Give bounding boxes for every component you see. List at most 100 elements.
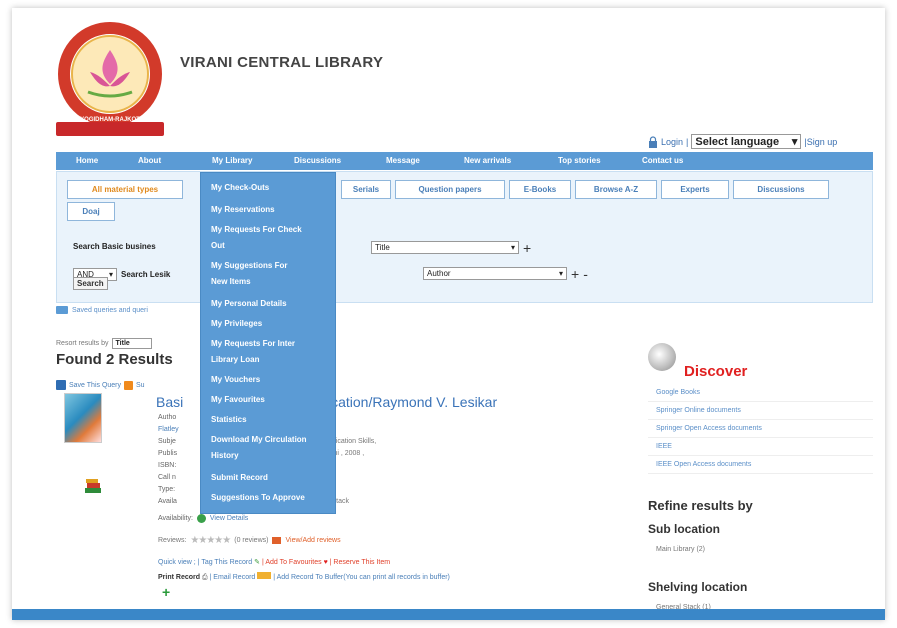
nav-my-library[interactable]: My Library <box>212 156 252 165</box>
tab-browse-a-z[interactable]: Browse A-Z <box>575 180 657 199</box>
resort-select[interactable]: Title <box>111 338 152 349</box>
reviews-label: Reviews: <box>158 537 187 544</box>
saved-queries-label: Saved queries and queri <box>72 306 148 314</box>
discover-item-google-books[interactable]: Google Books <box>648 384 873 402</box>
quick-view-tag-link[interactable]: Quick view ; | Tag This Record <box>158 559 252 566</box>
discover-heading: Discover <box>684 363 748 380</box>
email-record-link[interactable]: | Email Record <box>210 574 256 581</box>
menu-item-my-favourites[interactable]: My Favourites <box>211 391 265 409</box>
add-record-plus-button[interactable]: + <box>162 584 170 600</box>
availability-label: Availability: <box>158 515 193 522</box>
folder-icon <box>56 306 68 314</box>
tab-doaj[interactable]: Doaj <box>67 202 115 221</box>
nav-message[interactable]: Message <box>386 156 420 165</box>
printer-icon: ⎙ <box>201 574 208 581</box>
add-row-button[interactable]: + <box>523 241 531 255</box>
record-field: ISBN: <box>158 462 177 469</box>
record-field: Call n <box>158 474 176 481</box>
menu-item-my-requests-inter-library-line2[interactable]: Library Loan <box>211 351 259 369</box>
search-panel: All material types Serials Question pape… <box>56 171 873 303</box>
discover-item-springer-open-access[interactable]: Springer Open Access documents <box>648 420 873 438</box>
language-select[interactable]: Select language ▾ <box>691 134 802 149</box>
record-field: Autho <box>158 414 177 421</box>
menu-item-my-vouchers[interactable]: My Vouchers <box>211 371 260 389</box>
logo-bottom-text: YOGIDHAM-RAJKOT <box>80 117 140 123</box>
reviews-count: (0 reviews) <box>234 537 269 544</box>
print-record-link[interactable]: Print Record <box>158 574 200 581</box>
chevron-down-icon: ▾ <box>108 270 113 279</box>
search-row-1: Search Basic busines <box>73 242 156 251</box>
view-add-reviews-link[interactable]: View/Add reviews <box>285 537 340 544</box>
search-field-select-1[interactable]: Title ▾ <box>371 241 519 254</box>
tab-all-material-types[interactable]: All material types <box>67 180 183 199</box>
site-title: VIRANI CENTRAL LIBRARY <box>180 54 384 71</box>
login-link[interactable]: Login <box>661 137 683 147</box>
nav-about[interactable]: About <box>138 156 161 165</box>
search-row-1-label: Search Basic busines <box>73 242 156 251</box>
search-field-select-2[interactable]: Author ▾ <box>423 267 567 280</box>
search-row-1-controls: Title ▾ + <box>371 241 531 255</box>
my-library-dropdown: My Check-Outs My Reservations My Request… <box>200 172 336 514</box>
resort-label: Resort results by <box>56 340 109 347</box>
menu-item-download-circulation-line2[interactable]: History <box>211 447 239 465</box>
menu-item-my-check-outs[interactable]: My Check-Outs <box>211 179 269 197</box>
menu-item-submit-record[interactable]: Submit Record <box>211 469 268 487</box>
add-row-button-2[interactable]: + <box>571 267 579 281</box>
remove-row-button[interactable]: - <box>583 267 588 281</box>
discover-item-ieee[interactable]: IEEE <box>648 438 873 456</box>
save-query-link[interactable]: Save This Query <box>69 382 121 389</box>
discover-item-springer-online[interactable]: Springer Online documents <box>648 402 873 420</box>
record-field[interactable]: Flatley <box>158 426 179 433</box>
add-favourites-link[interactable]: | Add To Favourites <box>262 559 322 566</box>
chevron-down-icon: ▾ <box>791 136 798 148</box>
view-details-link[interactable]: View Details <box>210 515 248 522</box>
rss-icon[interactable] <box>124 380 134 390</box>
save-icon <box>56 380 66 390</box>
heart-icon: ♥ <box>323 559 328 566</box>
refine-heading: Refine results by <box>648 498 753 513</box>
nav-discussions[interactable]: Discussions <box>294 156 341 165</box>
nav-top-stories[interactable]: Top stories <box>558 156 601 165</box>
record-actions-row-2: Print Record ⎙ | Email Record | Add Reco… <box>158 572 450 582</box>
language-select-value: Select language <box>695 135 780 148</box>
subscribe-link[interactable]: Su <box>136 382 145 389</box>
menu-item-my-suggestions-line2[interactable]: New Items <box>211 273 251 291</box>
search-button[interactable]: Search <box>73 277 108 290</box>
tab-discussions[interactable]: Discussions <box>733 180 829 199</box>
globe-icon <box>648 343 676 371</box>
email-icon <box>257 572 272 579</box>
tab-question-papers[interactable]: Question papers <box>395 180 505 199</box>
saved-queries-link[interactable]: Saved queries and queri <box>56 306 148 314</box>
rating-stars[interactable]: ★★★★★ <box>190 535 231 546</box>
record-field: Publis <box>158 450 178 457</box>
menu-item-my-privileges[interactable]: My Privileges <box>211 315 262 333</box>
nav-home[interactable]: Home <box>76 156 98 165</box>
lock-icon <box>649 135 657 148</box>
signup-link[interactable]: |Sign up <box>804 137 837 147</box>
tab-serials[interactable]: Serials <box>341 180 391 199</box>
record-field: Availa <box>158 498 177 505</box>
search-field-1-value: Title <box>375 243 390 252</box>
tab-e-books[interactable]: E-Books <box>509 180 571 199</box>
tab-experts[interactable]: Experts <box>661 180 729 199</box>
menu-item-my-personal-details[interactable]: My Personal Details <box>211 295 287 313</box>
discover-item-ieee-open-access[interactable]: IEEE Open Access documents <box>648 456 873 474</box>
nav-contact-us[interactable]: Contact us <box>642 156 683 165</box>
menu-item-statistics[interactable]: Statistics <box>211 411 247 429</box>
book-cover-image[interactable] <box>64 393 102 443</box>
sub-location-item[interactable]: Main Library (2) <box>656 546 705 553</box>
nav-new-arrivals[interactable]: New arrivals <box>464 156 511 165</box>
add-to-buffer-link[interactable]: | Add Record To Buffer(You can print all… <box>273 574 450 581</box>
record-field: Type: <box>158 486 176 493</box>
record-title-part-2[interactable]: ication/Raymond V. Lesikar <box>328 394 497 410</box>
menu-item-my-requests-check-out-line2[interactable]: Out <box>211 237 225 255</box>
record-actions-row-1: Quick view ; | Tag This Record ✎ | Add T… <box>158 558 390 566</box>
library-logo <box>56 22 164 136</box>
resort-value: Title <box>115 340 130 347</box>
comment-icon <box>272 537 282 544</box>
menu-item-my-reservations[interactable]: My Reservations <box>211 201 275 219</box>
reserve-item-link[interactable]: | Reserve This Item <box>330 559 390 566</box>
record-title-part-1[interactable]: Basi <box>156 394 183 410</box>
menu-item-suggestions-to-approve[interactable]: Suggestions To Approve <box>211 489 305 507</box>
results-count-heading: Found 2 Results <box>56 351 173 368</box>
